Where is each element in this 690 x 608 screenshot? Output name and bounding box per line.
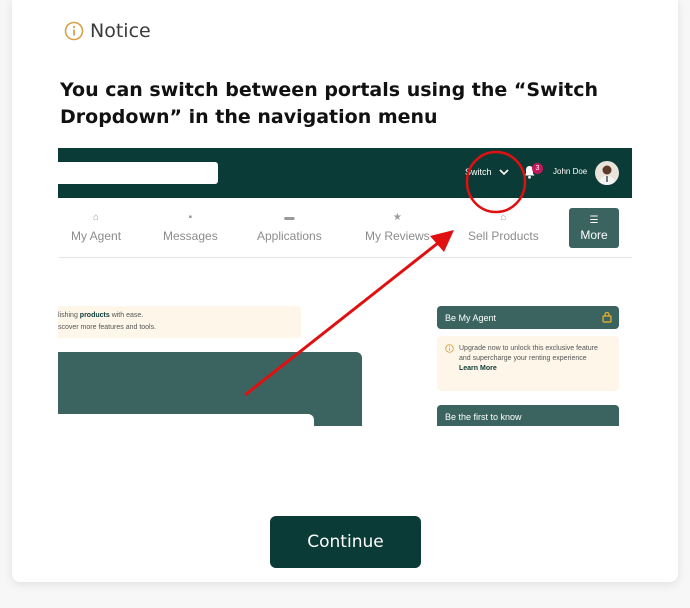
continue-button[interactable]: Continue: [270, 516, 421, 568]
arrowhead: [430, 230, 454, 252]
notice-header: Notice: [64, 20, 151, 42]
annotation-arrow: [244, 241, 439, 397]
notice-modal: Notice You can switch between portals us…: [12, 0, 678, 582]
info-icon: [64, 21, 84, 41]
annotation-overlay: [244, 150, 527, 397]
notice-title: Notice: [90, 20, 151, 42]
notice-heading: You can switch between portals using the…: [60, 79, 599, 128]
highlight-circle: [465, 150, 527, 214]
